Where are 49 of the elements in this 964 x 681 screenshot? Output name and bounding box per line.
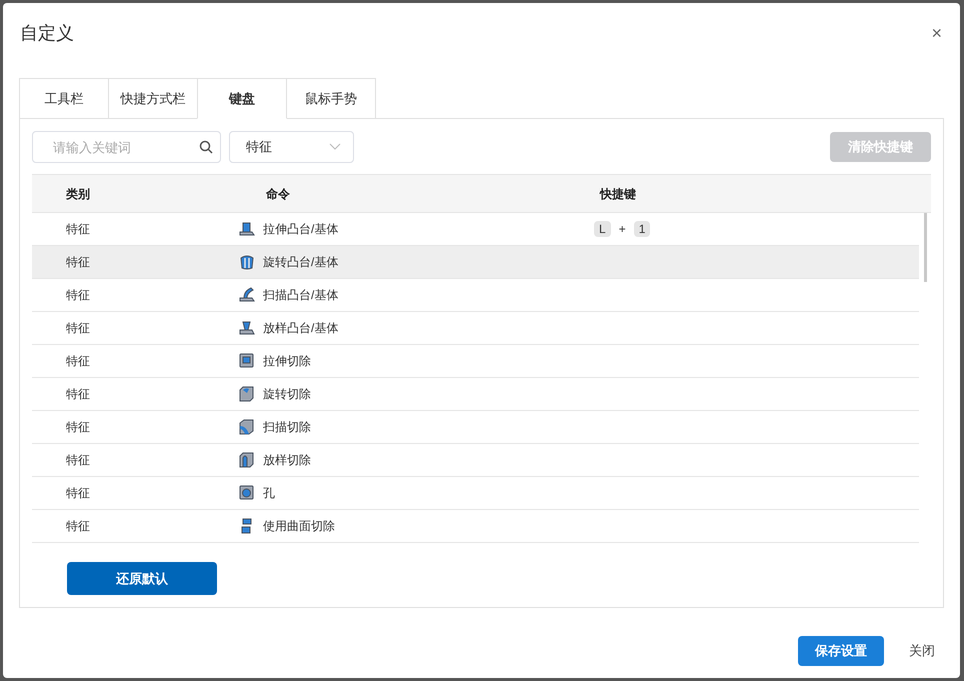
category-cell: 特征 <box>66 222 90 236</box>
key-badge: L <box>594 221 611 237</box>
command-cell-text: 使用曲面切除 <box>263 518 335 535</box>
feature-icon <box>238 253 256 271</box>
close-button[interactable]: × <box>931 24 942 42</box>
table-row[interactable]: 特征 旋转凸台/基体 <box>32 246 919 279</box>
save-button[interactable]: 保存设置 <box>798 636 884 666</box>
category-cell: 特征 <box>66 354 90 368</box>
key-joiner: + <box>618 221 626 238</box>
feature-icon <box>238 286 256 304</box>
feature-icon <box>238 220 256 238</box>
scrollbar-thumb[interactable] <box>924 213 926 282</box>
command-cell-text: 孔 <box>263 485 275 502</box>
category-cell: 特征 <box>66 420 90 434</box>
tab[interactable]: 工具栏 <box>19 78 109 119</box>
command-cell-text: 扫描切除 <box>263 419 311 436</box>
command-cell-text: 旋转凸台/基体 <box>263 254 338 271</box>
key-badge: 1 <box>634 221 650 237</box>
category-cell: 特征 <box>66 519 90 533</box>
feature-icon <box>238 484 256 502</box>
search-icon <box>199 140 213 154</box>
search-field[interactable]: 请输入关键词 <box>32 131 221 163</box>
chevron-down-icon <box>329 143 341 151</box>
command-cell-text: 旋转切除 <box>263 386 311 403</box>
category-cell: 特征 <box>66 486 90 500</box>
tab[interactable]: 键盘 <box>197 78 287 119</box>
category-cell: 特征 <box>66 255 90 269</box>
command-cell-text: 拉伸凸台/基体 <box>263 221 338 238</box>
feature-icon <box>238 319 256 337</box>
feature-icon <box>238 352 256 370</box>
command-cell-text: 放样切除 <box>263 452 311 469</box>
category-cell: 特征 <box>66 387 90 401</box>
column-header: 命令 <box>266 186 290 200</box>
tab[interactable]: 鼠标手势 <box>286 78 376 119</box>
category-cell: 特征 <box>66 453 90 467</box>
restore-defaults-button[interactable]: 还原默认 <box>67 562 217 595</box>
feature-icon <box>238 451 256 469</box>
dialog-title: 自定义 <box>20 22 74 44</box>
category-cell: 特征 <box>66 288 90 302</box>
close-text-button[interactable]: 关闭 <box>909 641 935 661</box>
command-cell-text: 放样凸台/基体 <box>263 320 338 337</box>
category-cell: 特征 <box>66 321 90 335</box>
column-header: 类别 <box>66 186 90 200</box>
feature-icon <box>238 385 256 403</box>
feature-icon <box>238 418 256 436</box>
command-cell-text: 扫描凸台/基体 <box>263 287 338 304</box>
column-header: 快捷键 <box>600 186 636 200</box>
category-dropdown[interactable]: 特征 <box>229 131 354 163</box>
command-cell-text: 拉伸切除 <box>263 353 311 370</box>
